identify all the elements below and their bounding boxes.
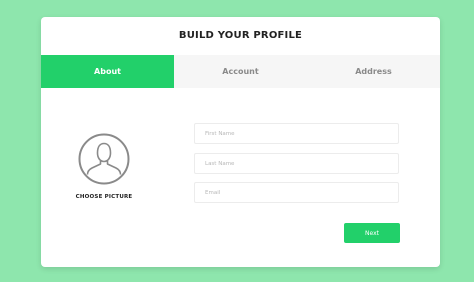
tab-bar: About Account Address <box>41 55 440 88</box>
choose-picture-label[interactable]: CHOOSE PICTURE <box>63 194 145 200</box>
profile-card: BUILD YOUR PROFILE About Account Address… <box>41 17 440 267</box>
page-title: BUILD YOUR PROFILE <box>178 30 303 41</box>
first-name-input[interactable] <box>194 123 399 144</box>
tab-address[interactable]: Address <box>307 55 440 88</box>
last-name-input[interactable] <box>194 153 399 174</box>
email-input[interactable] <box>194 182 399 203</box>
tab-account[interactable]: Account <box>174 55 307 88</box>
user-silhouette-icon[interactable] <box>78 133 130 185</box>
next-button[interactable]: Next <box>344 223 400 243</box>
tab-about[interactable]: About <box>41 55 174 88</box>
